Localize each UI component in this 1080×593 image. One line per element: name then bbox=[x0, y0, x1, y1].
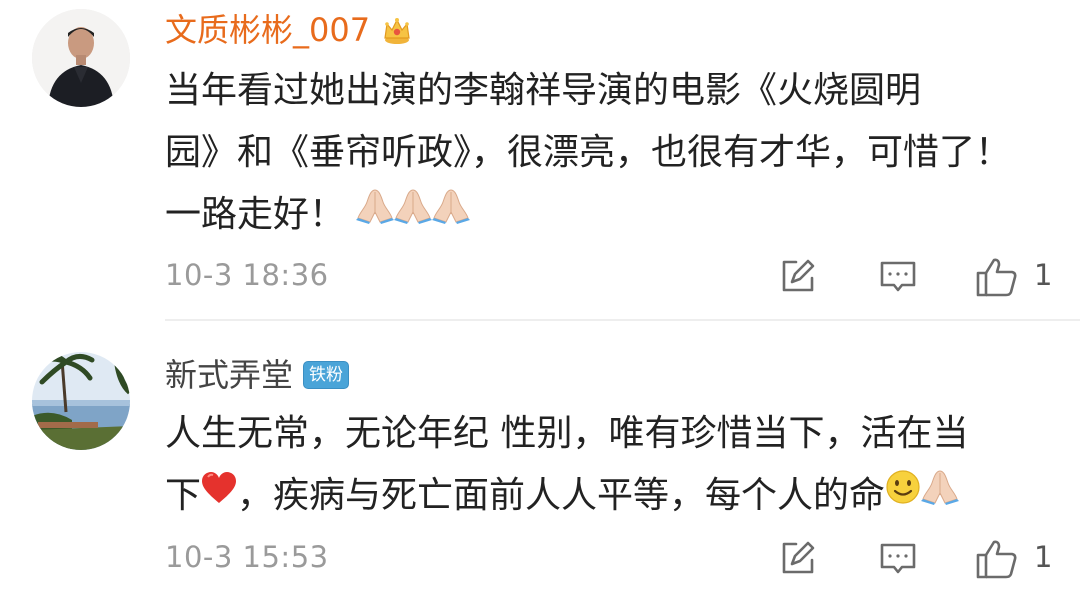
comment-text-line: 当年看过她出演的李翰祥导演的电影《火烧圆明 bbox=[165, 70, 922, 111]
comment-text-line: 园》和《垂帘听政》，很漂亮，也很有才华，可惜了！ bbox=[165, 132, 1012, 173]
timestamp: 10-3 15:53 bbox=[165, 540, 329, 574]
pray-emoji bbox=[394, 182, 433, 244]
comment-text-segment: 一路走好！ bbox=[165, 194, 346, 235]
comment-text-segment: ，疾病与死亡面前人人平等，每个人的命 bbox=[237, 475, 886, 516]
repost-icon[interactable] bbox=[778, 538, 818, 582]
avatar[interactable] bbox=[32, 352, 130, 450]
like-count: 1 bbox=[1034, 258, 1053, 292]
thumbs-up-icon[interactable] bbox=[975, 538, 1019, 584]
username-text[interactable]: 新式弄堂 bbox=[165, 355, 293, 395]
comment-text-line: 一路走好！ bbox=[165, 184, 1045, 246]
repost-icon[interactable] bbox=[778, 256, 818, 300]
thumbs-up-icon[interactable] bbox=[975, 256, 1019, 302]
avatar[interactable] bbox=[32, 9, 130, 107]
comment-meta: 10-3 18:36 1 bbox=[165, 254, 1080, 298]
reply-icon[interactable] bbox=[878, 538, 918, 582]
pray-emoji bbox=[921, 463, 960, 525]
heart-emoji bbox=[201, 463, 237, 525]
comment-text: 当年看过她出演的李翰祥导演的电影《火烧圆明 园》和《垂帘听政》，很漂亮，也很有才… bbox=[165, 60, 1045, 246]
pray-emoji bbox=[432, 182, 471, 244]
crown-icon bbox=[380, 13, 414, 47]
comment-text-line: 人生无常，无论年纪 性别，唯有珍惜当下，活在当 bbox=[165, 413, 969, 454]
smile-emoji bbox=[885, 463, 921, 525]
username-text[interactable]: 文质彬彬_007 bbox=[165, 10, 370, 50]
fan-badge: 铁粉 bbox=[303, 361, 350, 389]
comment-text: 人生无常，无论年纪 性别，唯有珍惜当下，活在当 下 ，疾病与死亡面前人人平等，每… bbox=[165, 403, 1045, 527]
comment-meta: 10-3 15:53 1 bbox=[165, 536, 1080, 580]
comment-text-line: 下 ，疾病与死亡面前人人平等，每个人的命 bbox=[165, 465, 1045, 527]
reply-icon[interactable] bbox=[878, 256, 918, 300]
username[interactable]: 文质彬彬_007 bbox=[165, 10, 414, 50]
like-count: 1 bbox=[1034, 540, 1053, 574]
username[interactable]: 新式弄堂 铁粉 bbox=[165, 355, 350, 395]
comment-text-segment: 下 bbox=[165, 475, 202, 516]
comment-list: 文质彬彬_007 当年看过她出演的李翰祥导演的电影《火烧圆明 园》和《垂帘听政》… bbox=[0, 0, 1080, 593]
timestamp: 10-3 18:36 bbox=[165, 258, 329, 292]
comment-item: 新式弄堂 铁粉 人生无常，无论年纪 性别，唯有珍惜当下，活在当 下 ，疾病与死亡… bbox=[0, 321, 1080, 593]
comment-item: 文质彬彬_007 当年看过她出演的李翰祥导演的电影《火烧圆明 园》和《垂帘听政》… bbox=[0, 0, 1080, 320]
pray-emoji bbox=[356, 182, 395, 244]
